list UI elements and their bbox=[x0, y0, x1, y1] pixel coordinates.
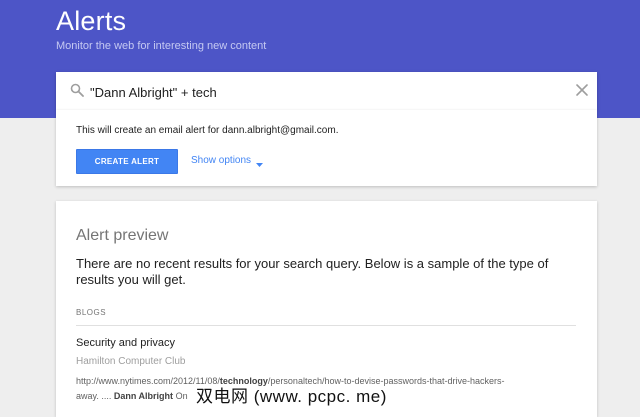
create-alert-button[interactable]: CREATE ALERT bbox=[76, 149, 178, 174]
result-source: Hamilton Computer Club bbox=[76, 356, 186, 367]
show-options-label: Show options bbox=[191, 155, 252, 166]
alert-email-info: This will create an email alert for dann… bbox=[76, 125, 339, 136]
page-title: Alerts bbox=[56, 6, 127, 36]
chevron-down-icon bbox=[256, 159, 264, 167]
page-subtitle: Monitor the web for interesting new cont… bbox=[56, 40, 267, 52]
preview-title: Alert preview bbox=[76, 227, 169, 244]
alert-options-card: This will create an email alert for dann… bbox=[56, 110, 597, 186]
preview-message: There are no recent results for your sea… bbox=[76, 256, 549, 287]
show-options-link[interactable]: Show options bbox=[191, 155, 264, 167]
search-input[interactable] bbox=[90, 81, 570, 103]
watermark: 双电网 (www. pcpc. me) bbox=[196, 387, 387, 406]
result-snippet-prefix: away. .... bbox=[76, 391, 112, 401]
close-icon[interactable] bbox=[575, 83, 589, 97]
result-snippet-keyword: Dann Albright bbox=[113, 391, 174, 401]
result-title-link[interactable]: Security and privacy bbox=[76, 337, 175, 349]
search-icon bbox=[70, 83, 84, 97]
search-box bbox=[56, 72, 597, 110]
section-label-blogs: BLOGS bbox=[76, 308, 107, 317]
result-snippet-suffix: On bbox=[175, 391, 188, 401]
divider bbox=[76, 325, 576, 326]
